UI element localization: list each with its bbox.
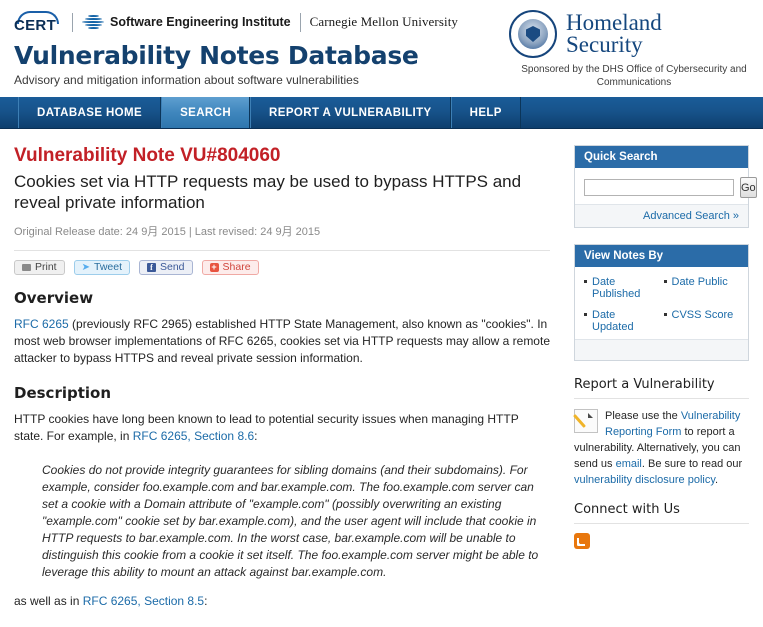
share-button[interactable]: + Share: [201, 260, 259, 275]
description-tail-end: :: [204, 594, 208, 608]
description-intro-paragraph: HTTP cookies have long been known to lea…: [14, 411, 550, 445]
dhs-line-1: Homeland: [566, 10, 662, 35]
list-item[interactable]: Date Updated: [584, 309, 660, 333]
list-item[interactable]: CVSS Score: [663, 309, 740, 333]
email-link[interactable]: email: [616, 458, 642, 470]
overview-paragraph: RFC 6265 (previously RFC 2965) establish…: [14, 316, 550, 367]
nav-item-database-home[interactable]: DATABASE HOME: [18, 97, 162, 128]
advanced-search-link[interactable]: Advanced Search »: [643, 210, 739, 222]
description-intro-tail: :: [254, 429, 258, 443]
report-text-1: Please use the: [605, 410, 681, 422]
overview-heading: Overview: [14, 289, 94, 307]
search-go-button[interactable]: Go: [740, 177, 757, 198]
cert-logo-label: CERT: [14, 17, 57, 34]
report-text-4: .: [715, 474, 719, 486]
page-body: Vulnerability Note VU#804060 Cookies set…: [0, 129, 763, 627]
description-heading: Description: [14, 384, 112, 402]
send-button-label: Send: [160, 261, 185, 273]
bullet-icon: [663, 280, 667, 283]
report-divider: [574, 398, 749, 399]
site-header: CERT Software Engineering Institute Carn…: [0, 0, 763, 97]
cert-logo[interactable]: CERT: [14, 11, 62, 33]
quick-search-body: Go: [575, 168, 757, 204]
facebook-send-button[interactable]: f Send: [139, 260, 193, 275]
bullet-icon: [584, 280, 587, 283]
report-vulnerability-section: Report a Vulnerability Please use the Vu…: [574, 377, 749, 488]
search-input[interactable]: [584, 179, 734, 196]
quick-search-footer: Advanced Search »: [575, 204, 748, 227]
view-notes-by-panel: View Notes By Date Published Date Public…: [574, 244, 749, 361]
connect-divider: [574, 523, 749, 524]
description-intro-text: HTTP cookies have long been known to lea…: [14, 412, 519, 443]
list-item[interactable]: Date Published: [584, 276, 660, 300]
list-item[interactable]: Date Public: [663, 276, 740, 300]
logo-divider: [72, 12, 73, 32]
print-button[interactable]: Print: [14, 260, 65, 275]
overview-body-text: (previously RFC 2965) established HTTP S…: [14, 317, 550, 365]
connect-with-us-section: Connect with Us: [574, 502, 749, 549]
overview-rfc-link[interactable]: RFC 6265: [14, 317, 69, 331]
report-vulnerability-text: Please use the Vulnerability Reporting F…: [574, 408, 749, 488]
rss-icon[interactable]: [574, 533, 590, 549]
nav-item-search[interactable]: SEARCH: [161, 97, 251, 128]
title-divider: [14, 250, 550, 251]
logo-divider-2: [299, 12, 301, 32]
disclosure-policy-link[interactable]: vulnerability disclosure policy: [574, 474, 715, 486]
dhs-sponsor-text: Sponsored by the DHS Office of Cybersecu…: [521, 64, 747, 88]
main-content: Vulnerability Note VU#804060 Cookies set…: [14, 129, 550, 627]
view-notes-by-footer: [575, 339, 748, 360]
vulnerability-note-id: Vulnerability Note VU#804060: [14, 145, 281, 166]
report-text-3: . Be sure to read our: [641, 458, 743, 470]
quick-search-heading: Quick Search: [575, 146, 748, 168]
report-vulnerability-heading: Report a Vulnerability: [574, 377, 715, 392]
connect-with-us-heading: Connect with Us: [574, 502, 680, 517]
main-navigation: DATABASE HOME SEARCH REPORT A VULNERABIL…: [0, 97, 763, 129]
description-rfc-section-85-link[interactable]: RFC 6265, Section 8.5: [83, 594, 204, 608]
nav-item-report-a-vulnerability[interactable]: REPORT A VULNERABILITY: [250, 97, 451, 128]
cmu-name-label: Carnegie Mellon University: [309, 14, 459, 29]
sei-mark-icon: [82, 14, 104, 30]
description-rfc-section-86-link[interactable]: RFC 6265, Section 8.6: [133, 429, 254, 443]
printer-icon: [22, 264, 31, 271]
link-date-updated[interactable]: Date Updated: [592, 309, 660, 333]
bullet-icon: [584, 313, 587, 316]
vulnerability-note-dates: Original Release date: 24 9月 2015 | Last…: [14, 226, 321, 238]
view-notes-by-body: Date Published Date Public Date Updated …: [575, 267, 748, 339]
view-notes-by-list: Date Published Date Public Date Updated …: [584, 276, 739, 333]
print-button-label: Print: [35, 261, 57, 273]
dhs-logo-row: Homeland Security: [509, 10, 749, 58]
twitter-bird-icon: ➤: [81, 261, 90, 273]
sei-name-label: Software Engineering Institute: [110, 15, 291, 29]
description-tail-intro: as well as in: [14, 594, 83, 608]
link-date-published[interactable]: Date Published: [592, 276, 660, 300]
description-tail-paragraph: as well as in RFC 6265, Section 8.5:: [14, 593, 550, 610]
view-notes-by-heading: View Notes By: [575, 245, 748, 267]
share-button-label: Share: [222, 261, 251, 273]
dhs-seal-icon: [509, 10, 557, 58]
link-cvss-score[interactable]: CVSS Score: [672, 309, 734, 321]
pencil-icon: [574, 409, 598, 433]
bullet-icon: [663, 313, 667, 316]
vulnerability-note-title: Cookies set via HTTP requests may be use…: [14, 172, 522, 212]
nav-item-help[interactable]: HELP: [450, 97, 521, 128]
dhs-line-2: Security: [566, 32, 643, 57]
plus-share-icon: +: [209, 262, 219, 272]
link-date-public[interactable]: Date Public: [672, 276, 728, 288]
quick-search-row: Go: [584, 177, 757, 198]
quick-search-panel: Quick Search Go Advanced Search »: [574, 145, 757, 228]
rfc-quote-blockquote: Cookies do not provide integrity guarant…: [42, 463, 539, 579]
tweet-button[interactable]: ➤ Tweet: [73, 260, 130, 275]
share-button-row: Print ➤ Tweet f Send + Share: [14, 260, 550, 275]
sidebar: Quick Search Go Advanced Search » View N…: [574, 129, 757, 627]
dhs-branding: Homeland Security Sponsored by the DHS O…: [509, 10, 749, 89]
tweet-button-label: Tweet: [93, 261, 122, 273]
facebook-icon: f: [147, 263, 156, 272]
dhs-wordmark: Homeland Security: [566, 10, 662, 57]
